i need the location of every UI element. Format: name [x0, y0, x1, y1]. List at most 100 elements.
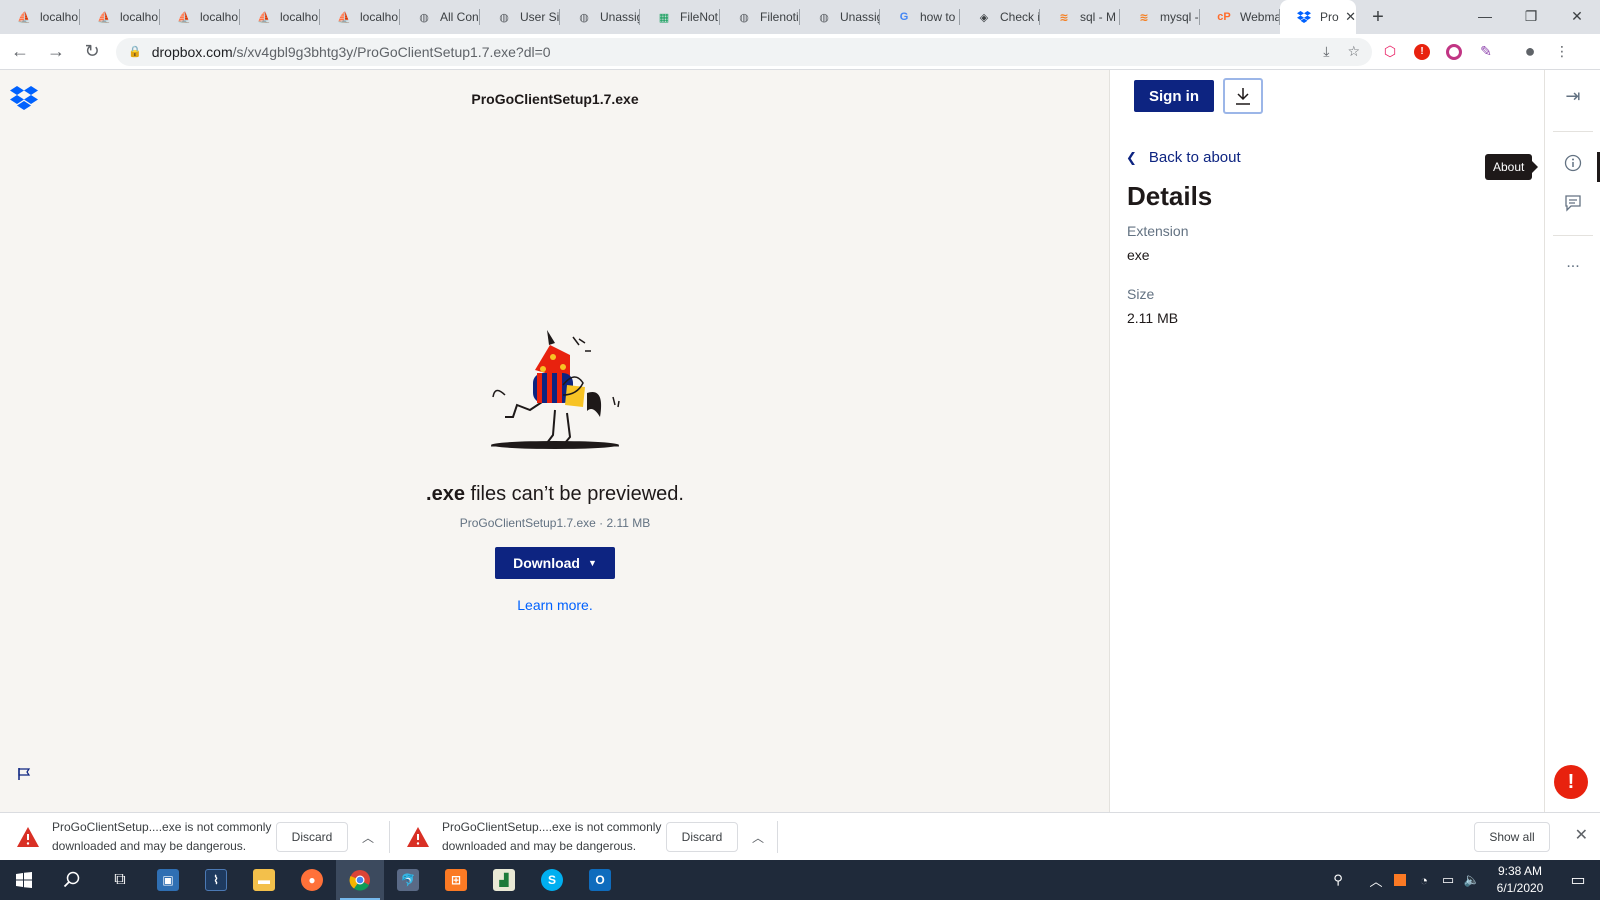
globe-icon: ◍: [499, 11, 509, 24]
tab-label: Pro: [1320, 10, 1339, 24]
restore-icon[interactable]: ❐: [1508, 0, 1554, 32]
warning-icon: [17, 827, 39, 847]
charts-app-icon[interactable]: ▟: [480, 860, 528, 900]
back-to-about-link[interactable]: ❮ Back to about: [1126, 149, 1241, 166]
globe-icon: ◍: [819, 11, 829, 24]
details-heading: Details: [1127, 181, 1213, 211]
outlook-icon[interactable]: O: [576, 860, 624, 900]
show-hidden-icons[interactable]: ︿: [1364, 871, 1388, 890]
battery-icon[interactable]: ▭: [1436, 872, 1460, 888]
task-view-icon[interactable]: ⧉: [96, 860, 144, 900]
download-button[interactable]: Download ▼: [495, 547, 615, 579]
tab[interactable]: ◈ Check i: [960, 0, 1040, 34]
tab-label: All Con: [440, 10, 479, 24]
download-warning-text: ProGoClientSetup....exe is not commonly …: [52, 820, 272, 853]
google-icon: G: [899, 11, 909, 23]
browser-menu-icon[interactable]: ⋮: [1548, 38, 1576, 66]
extension-alert-icon[interactable]: !: [1408, 38, 1436, 66]
xampp-icon[interactable]: ⊞: [432, 860, 480, 900]
show-all-button[interactable]: Show all: [1474, 822, 1550, 852]
virtualbox-icon[interactable]: ▣: [144, 860, 192, 900]
comment-icon[interactable]: [1545, 194, 1600, 212]
tab[interactable]: ≋ sql - M: [1040, 0, 1120, 34]
discard-button[interactable]: Discard: [666, 822, 738, 852]
lock-icon[interactable]: 🔒: [128, 45, 142, 58]
sheets-icon: ▦: [658, 11, 670, 24]
download-icon-button[interactable]: [1223, 78, 1263, 114]
more-options-icon[interactable]: ...: [1545, 254, 1600, 272]
tab[interactable]: ◍ User Sig: [480, 0, 560, 34]
address-bar[interactable]: 🔒 dropbox.com/s/xv4gbl9g3bhtg3y/ProGoCli…: [116, 37, 1372, 66]
tab-label: Webma: [1240, 10, 1280, 24]
collapse-panel-icon[interactable]: ⇥: [1545, 86, 1600, 107]
minimize-icon[interactable]: —: [1462, 0, 1508, 32]
firefox-icon[interactable]: ●: [288, 860, 336, 900]
phpmyadmin-icon: ⛵: [257, 11, 271, 24]
chrome-icon[interactable]: [336, 860, 384, 900]
close-tab-icon[interactable]: ✕: [1345, 9, 1356, 25]
discard-button[interactable]: Discard: [276, 822, 348, 852]
tab[interactable]: ≋ mysql -: [1120, 0, 1200, 34]
size-value: 2.11 MB: [1127, 310, 1179, 326]
tab[interactable]: ⛵ localho: [80, 0, 160, 34]
tab-label: Unassig: [840, 10, 880, 24]
extension-value: exe: [1127, 247, 1150, 263]
tab[interactable]: ▦ FileNot: [640, 0, 720, 34]
tab[interactable]: ⛵ localho: [0, 0, 80, 34]
tab-label: localho: [360, 10, 399, 24]
volume-icon[interactable]: 🔈: [1460, 872, 1484, 888]
back-arrow-icon[interactable]: ←: [4, 36, 36, 68]
window-controls: — ❐ ✕: [1462, 0, 1600, 32]
extension-label: Extension: [1127, 223, 1189, 239]
forward-arrow-icon[interactable]: →: [40, 36, 72, 68]
download-item: ProGoClientSetup....exe is not commonly …: [0, 813, 390, 861]
star-bookmark-icon[interactable]: ☆: [1347, 43, 1360, 60]
wifi-icon[interactable]: ◔: [1412, 873, 1436, 888]
skype-icon[interactable]: S: [528, 860, 576, 900]
tab[interactable]: ⛵ localho: [240, 0, 320, 34]
phpmyadmin-icon: ⛵: [337, 11, 351, 24]
clock[interactable]: 9:38 AM 6/1/2020: [1484, 863, 1556, 897]
file-info: ProGoClientSetup1.7.exe · 2.11 MB: [459, 516, 651, 530]
tab[interactable]: ◍ Filenoti: [720, 0, 800, 34]
close-window-icon[interactable]: ✕: [1554, 0, 1600, 32]
reload-icon[interactable]: ↻: [76, 36, 108, 68]
tab[interactable]: ⛵ localho: [160, 0, 240, 34]
size-label: Size: [1127, 286, 1155, 302]
info-icon[interactable]: [1545, 154, 1600, 172]
flag-report-icon[interactable]: [17, 767, 31, 781]
dbeaver-icon[interactable]: 🐬: [384, 860, 432, 900]
extension-pen-icon[interactable]: ✎: [1472, 38, 1500, 66]
search-icon[interactable]: [48, 860, 96, 900]
extension-hexagon-icon[interactable]: ⬡: [1376, 38, 1404, 66]
learn-more-link[interactable]: Learn more.: [0, 597, 1110, 613]
new-tab-button[interactable]: +: [1362, 0, 1394, 34]
file-explorer-icon[interactable]: ▬: [240, 860, 288, 900]
extension-color-icon[interactable]: [1440, 38, 1468, 66]
tab[interactable]: ◍ Unassig: [800, 0, 880, 34]
profile-avatar-icon[interactable]: ●: [1516, 38, 1544, 66]
mysql-workbench-icon[interactable]: ⌇: [192, 860, 240, 900]
windows-start-icon[interactable]: [0, 860, 48, 900]
people-icon[interactable]: ⚲: [1326, 872, 1350, 888]
notifications-icon[interactable]: ▭: [1556, 870, 1600, 890]
tab[interactable]: ◍ All Con: [400, 0, 480, 34]
chevron-up-icon[interactable]: ︿: [362, 829, 378, 846]
chevron-up-icon[interactable]: ︿: [752, 829, 768, 846]
dropbox-page: ProGoClientSetup1.7.exe .exe files can’t…: [0, 70, 1600, 812]
sign-in-button[interactable]: Sign in: [1134, 80, 1214, 112]
tab-label: User Sig: [520, 10, 560, 24]
tab[interactable]: ◍ Unassig: [560, 0, 640, 34]
tab[interactable]: ⛵ localho: [320, 0, 400, 34]
browser-toolbar: ← → ↻ 🔒 dropbox.com/s/xv4gbl9g3bhtg3y/Pr…: [0, 34, 1600, 70]
tab[interactable]: Ghow to: [880, 0, 960, 34]
close-downloads-icon[interactable]: ✕: [1575, 825, 1588, 845]
stackoverflow-icon: ≋: [1139, 11, 1149, 24]
phpmyadmin-icon: ⛵: [17, 11, 31, 24]
tab-active[interactable]: Pro ✕: [1280, 0, 1356, 34]
xampp-tray-icon[interactable]: [1388, 874, 1412, 886]
tab[interactable]: cP Webma: [1200, 0, 1280, 34]
alert-extension-icon[interactable]: !: [1554, 765, 1588, 799]
download-icon[interactable]: ⤓: [1323, 43, 1329, 60]
tab-label: Check i: [1000, 10, 1040, 24]
